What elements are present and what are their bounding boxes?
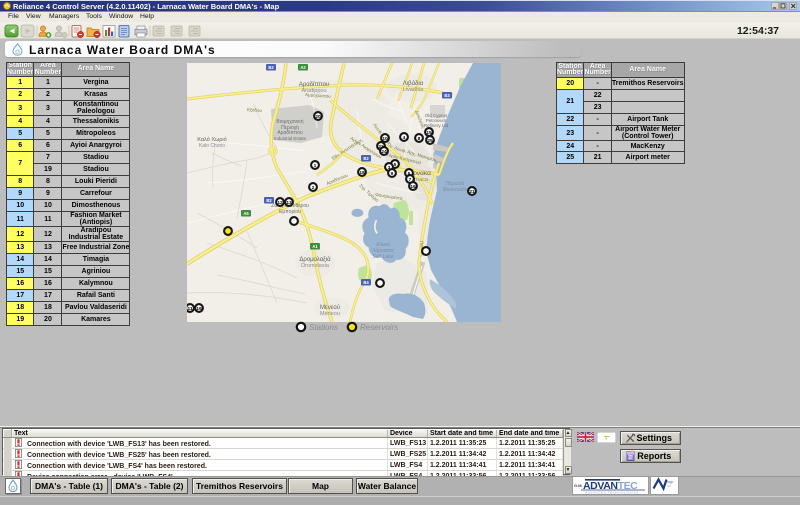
svg-text:11: 11: [187, 306, 192, 312]
svg-text:8: 8: [418, 136, 421, 142]
svg-text:Εμπορίου: Εμπορίου: [279, 209, 301, 215]
svg-text:10: 10: [382, 136, 388, 142]
svg-text:3: 3: [388, 165, 391, 171]
svg-text:24: 24: [381, 149, 387, 155]
svg-text:B2: B2: [363, 156, 369, 161]
svg-text:18: 18: [359, 170, 365, 176]
svg-text:B3: B3: [444, 93, 450, 98]
svg-text:4: 4: [403, 135, 406, 141]
svg-text:B2: B2: [266, 198, 272, 203]
svg-text:Salt Lake: Salt Lake: [373, 254, 394, 260]
svg-text:21: 21: [469, 189, 475, 195]
svg-text:A5: A5: [243, 211, 249, 216]
svg-text:Kalo Chorio: Kalo Chorio: [199, 143, 225, 149]
svg-text:12: 12: [277, 200, 283, 206]
svg-text:Βιομηχανική: Βιομηχανική: [276, 118, 303, 125]
svg-text:Refinery Ltd: Refinery Ltd: [424, 123, 449, 128]
svg-text:B2: B2: [268, 65, 274, 70]
svg-text:tec: tec: [667, 484, 672, 488]
svg-text:Stations: Stations: [309, 323, 338, 332]
svg-text:2: 2: [312, 185, 315, 191]
svg-text:5: 5: [394, 162, 397, 168]
svg-text:Εξόδου: Εξόδου: [247, 106, 263, 113]
svg-text:20: 20: [315, 114, 321, 120]
svg-text:Livadhia: Livadhia: [403, 87, 424, 93]
svg-text:B4: B4: [363, 280, 369, 285]
svg-text:G.M.: G.M.: [574, 483, 583, 488]
svg-text:Meneou: Meneou: [320, 311, 340, 317]
svg-text:Reservoirs: Reservoirs: [360, 323, 398, 332]
svg-text:Dromolaxia: Dromolaxia: [301, 263, 330, 269]
svg-text:A2: A2: [300, 65, 306, 70]
svg-text:9: 9: [391, 171, 394, 177]
svg-text:Λιβάδια: Λιβάδια: [403, 80, 424, 87]
svg-text:19: 19: [196, 306, 202, 312]
svg-text:Industrial Estate: Industrial Estate: [274, 136, 307, 141]
svg-text:25: 25: [427, 138, 433, 144]
svg-text:15: 15: [426, 130, 432, 136]
svg-text:13: 13: [286, 200, 292, 206]
svg-text:Δρομολαξιά: Δρομολαξιά: [299, 256, 331, 263]
svg-text:ADVANCED TECHNOLOGIES: ADVANCED TECHNOLOGIES: [585, 491, 639, 495]
svg-text:Αλυκή: Αλυκή: [375, 241, 390, 248]
svg-text:1: 1: [314, 163, 317, 169]
svg-text:A1: A1: [312, 244, 318, 249]
svg-text:6: 6: [408, 171, 411, 177]
svg-text:Καλό Χωριό: Καλό Χωριό: [197, 136, 226, 143]
svg-text:7: 7: [409, 177, 412, 183]
svg-text:16: 16: [410, 184, 416, 190]
